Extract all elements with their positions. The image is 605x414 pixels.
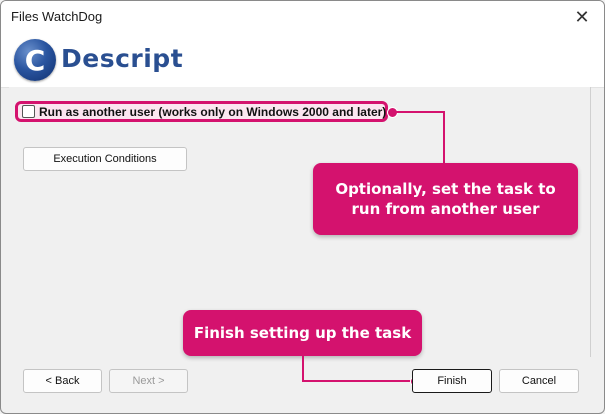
title-bar: Files WatchDog ✕ bbox=[1, 1, 604, 33]
close-button[interactable]: ✕ bbox=[560, 1, 604, 33]
descript-logo-icon: C bbox=[14, 39, 56, 81]
execution-conditions-button[interactable]: Execution Conditions bbox=[23, 147, 187, 171]
logo-letter: C bbox=[24, 43, 46, 77]
run-as-user-checkbox-row[interactable]: Run as another user (works only on Windo… bbox=[15, 101, 388, 122]
logo-text: Descript bbox=[61, 44, 184, 73]
run-as-user-label: Run as another user (works only on Windo… bbox=[39, 104, 387, 119]
finish-hint-callout: Finish setting up the task bbox=[183, 310, 422, 356]
annotation-connector bbox=[302, 356, 304, 382]
annotation-connector bbox=[443, 111, 445, 164]
finish-button[interactable]: Finish bbox=[412, 369, 492, 393]
annotation-connector bbox=[302, 380, 414, 382]
run-as-user-checkbox[interactable] bbox=[22, 105, 35, 118]
next-button[interactable]: Next > bbox=[109, 369, 188, 393]
run-as-hint-callout: Optionally, set the task to run from ano… bbox=[313, 163, 578, 235]
cancel-button[interactable]: Cancel bbox=[499, 369, 579, 393]
header-banner: C Descript bbox=[1, 33, 604, 88]
back-button[interactable]: < Back bbox=[23, 369, 102, 393]
window-title: Files WatchDog bbox=[11, 9, 103, 24]
close-icon: ✕ bbox=[574, 6, 590, 27]
annotation-connector bbox=[395, 111, 444, 113]
